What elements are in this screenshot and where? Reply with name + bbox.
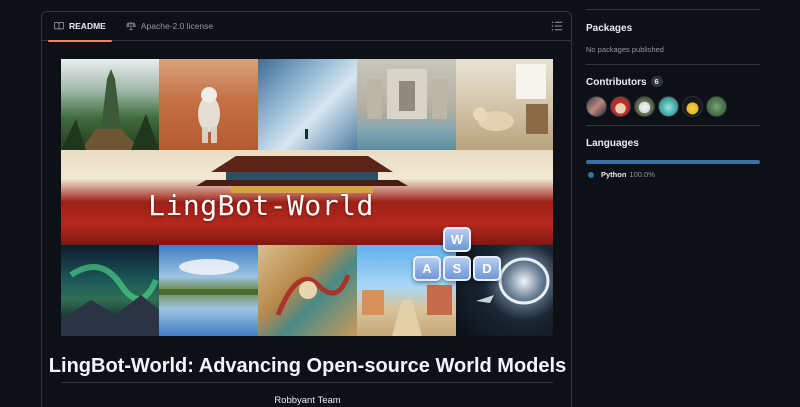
readme-heading: LingBot-World: Advancing Open-source Wor… <box>48 355 567 377</box>
language-bar[interactable] <box>586 160 760 164</box>
languages-heading: Languages <box>586 138 639 149</box>
contributors-label: Contributors <box>586 77 647 88</box>
readme-banner-image: LingBot-World W A S D <box>61 59 553 336</box>
contributor-avatar[interactable] <box>658 96 679 117</box>
scene-dog-in-living-room <box>456 59 553 150</box>
contributor-avatar[interactable] <box>610 96 631 117</box>
sidebar-divider <box>586 64 760 65</box>
banner-title-text: LingBot-World <box>148 189 374 222</box>
contributors-count: 6 <box>650 76 663 87</box>
key-s: S <box>443 256 471 281</box>
tab-readme-label: README <box>69 21 106 31</box>
book-icon <box>54 22 64 30</box>
readme-panel: README Apache-2.0 license LingBot-World … <box>41 11 572 407</box>
packages-empty-text: No packages published <box>586 45 664 54</box>
language-percent: 100.0% <box>629 170 655 179</box>
tab-license[interactable]: Apache-2.0 license <box>120 12 219 41</box>
scene-frozen-ice-landscape <box>258 59 357 150</box>
language-color-dot <box>588 171 594 178</box>
scene-astronaut-on-mars <box>159 59 258 150</box>
heading-divider <box>61 382 553 383</box>
repo-sidebar: Packages No packages published Contribut… <box>586 0 762 407</box>
list-unordered-icon[interactable] <box>551 20 563 32</box>
scene-fantasy-jungle-temple <box>61 59 159 150</box>
law-scale-icon <box>126 21 136 31</box>
scene-trevi-fountain <box>357 59 456 150</box>
scene-anime-village-street <box>357 245 456 336</box>
scene-chinese-mural-painting <box>258 245 357 336</box>
tab-readme[interactable]: README <box>48 12 112 42</box>
contributor-avatar[interactable] <box>634 96 655 117</box>
key-d: D <box>473 256 501 281</box>
readme-tab-bar: README Apache-2.0 license <box>42 12 571 42</box>
language-python[interactable]: Python 100.0% <box>588 170 655 179</box>
key-w: W <box>443 227 471 252</box>
packages-heading[interactable]: Packages <box>586 23 632 34</box>
sidebar-divider <box>586 125 760 126</box>
sidebar-top-divider <box>586 9 760 10</box>
scene-aurora-night-sky <box>61 245 159 336</box>
language-name: Python <box>601 170 627 179</box>
contributor-avatar[interactable] <box>682 96 703 117</box>
contributor-avatar[interactable] <box>586 96 607 117</box>
tab-license-label: Apache-2.0 license <box>140 21 214 31</box>
key-a: A <box>413 256 441 281</box>
contributor-avatar[interactable] <box>706 96 727 117</box>
scene-lake-reflection <box>159 245 258 336</box>
readme-author: Robbyant Team <box>274 395 341 406</box>
contributors-heading[interactable]: Contributors 6 <box>586 76 663 88</box>
